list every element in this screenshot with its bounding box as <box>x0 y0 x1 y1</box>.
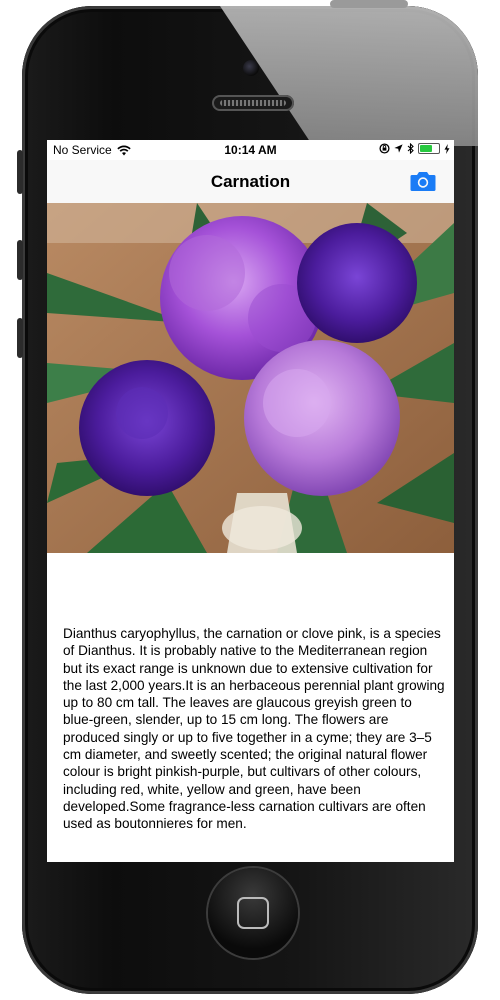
power-button <box>330 0 408 8</box>
page-title: Carnation <box>210 172 291 191</box>
navigation-bar: Carnation <box>47 160 454 205</box>
status-bar: No Service 10:14 AM <box>47 140 454 160</box>
volume-down-button <box>17 318 23 358</box>
charging-bolt-icon <box>444 143 450 154</box>
mute-switch <box>17 150 23 194</box>
orientation-lock-icon <box>379 143 390 154</box>
battery-level <box>420 145 432 152</box>
volume-up-button <box>17 240 23 280</box>
app-screen: No Service 10:14 AM Carnation Dianthus c… <box>47 140 454 862</box>
earpiece-speaker <box>212 95 294 111</box>
front-camera <box>243 60 259 76</box>
status-right <box>379 143 450 154</box>
bluetooth-icon <box>407 143 414 154</box>
camera-icon <box>410 172 436 191</box>
location-arrow-icon <box>394 144 403 153</box>
camera-button[interactable] <box>410 170 436 192</box>
home-button-icon <box>237 897 269 929</box>
battery-icon <box>418 143 440 154</box>
flower-photo <box>47 203 454 553</box>
carnation-description: Dianthus caryophyllus, the carnation or … <box>63 626 445 832</box>
